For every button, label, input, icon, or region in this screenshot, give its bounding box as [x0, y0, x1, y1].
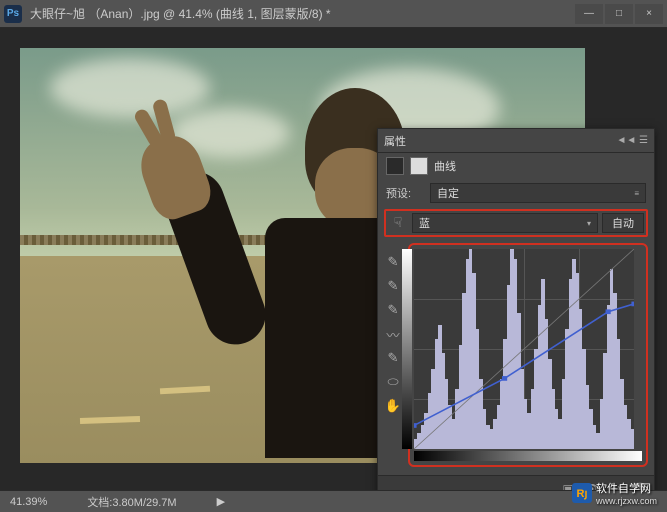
window-controls: — □ × — [575, 4, 663, 24]
eyedropper-white-icon[interactable]: ✎ — [384, 301, 402, 319]
input-gradient — [414, 451, 642, 461]
preset-label: 预设: — [386, 185, 424, 201]
targeted-adjustment-icon[interactable]: ☟ — [388, 214, 408, 232]
adjustment-label: 曲线 — [434, 158, 456, 174]
panel-title: 属性 — [384, 133, 616, 149]
title-bar: Ps 大眼仔~旭 （Anan）.jpg @ 41.4% (曲线 1, 图层蒙版/… — [0, 0, 667, 28]
curves-tool-column: ✎ ✎ ✎ 〰 ✎ ⬭ ✋ — [384, 243, 404, 467]
edit-curve-icon[interactable]: 〰 — [384, 325, 402, 343]
watermark: Rյ 软件自学网 www.rjzxw.com — [572, 480, 657, 506]
minimize-button[interactable]: — — [575, 4, 603, 24]
document-title: 大眼仔~旭 （Anan）.jpg @ 41.4% (曲线 1, 图层蒙版/8) … — [30, 5, 575, 22]
image-lane-mark — [160, 386, 210, 395]
image-cloud — [50, 58, 210, 118]
adjustment-type-row: 曲线 — [378, 153, 654, 179]
auto-button[interactable]: 自动 — [602, 213, 644, 233]
curve-path[interactable] — [414, 249, 634, 449]
chevron-down-icon: ≡ — [634, 189, 639, 198]
image-lane-mark — [80, 416, 140, 424]
channel-dropdown[interactable]: 蓝 ▾ — [412, 213, 598, 233]
eyedropper-black-icon[interactable]: ✎ — [384, 253, 402, 271]
channel-value: 蓝 — [419, 215, 430, 231]
smooth-curve-icon[interactable]: ⬭ — [384, 373, 402, 391]
channel-row-highlighted: ☟ 蓝 ▾ 自动 — [384, 209, 648, 237]
curves-editor: ✎ ✎ ✎ 〰 ✎ ⬭ ✋ — [378, 239, 654, 475]
watermark-logo-icon: Rյ — [572, 483, 592, 503]
close-button[interactable]: × — [635, 4, 663, 24]
eyedropper-gray-icon[interactable]: ✎ — [384, 277, 402, 295]
photoshop-logo-icon: Ps — [4, 5, 22, 23]
curves-adjustment-icon[interactable] — [386, 157, 404, 175]
panel-menu-icon[interactable]: ◄◄ ☰ — [616, 135, 648, 146]
draw-curve-icon[interactable]: ✎ — [384, 349, 402, 367]
document-info[interactable]: 文档:3.80M/29.7M — [87, 494, 176, 510]
maximize-button[interactable]: □ — [605, 4, 633, 24]
output-gradient — [402, 249, 412, 449]
chevron-down-icon: ▾ — [587, 219, 591, 228]
preset-row: 预设: 自定 ≡ — [378, 179, 654, 207]
preset-value: 自定 — [437, 185, 459, 201]
status-bar: 41.39% 文档:3.80M/29.7M ▶ — [0, 490, 667, 512]
zoom-level[interactable]: 41.39% — [10, 496, 47, 508]
preset-dropdown[interactable]: 自定 ≡ — [430, 183, 646, 203]
panel-header[interactable]: 属性 ◄◄ ☰ — [378, 129, 654, 153]
histogram-chart[interactable] — [414, 249, 634, 449]
watermark-text: 软件自学网 www.rjzxw.com — [596, 480, 657, 506]
properties-panel: 属性 ◄◄ ☰ 曲线 预设: 自定 ≡ ☟ 蓝 ▾ 自动 ✎ ✎ ✎ 〰 ✎ ⬭… — [377, 128, 655, 502]
mask-icon[interactable] — [410, 157, 428, 175]
info-arrow-icon[interactable]: ▶ — [217, 495, 225, 508]
hand-tool-icon[interactable]: ✋ — [384, 397, 402, 415]
curves-chart-highlighted — [408, 243, 648, 467]
